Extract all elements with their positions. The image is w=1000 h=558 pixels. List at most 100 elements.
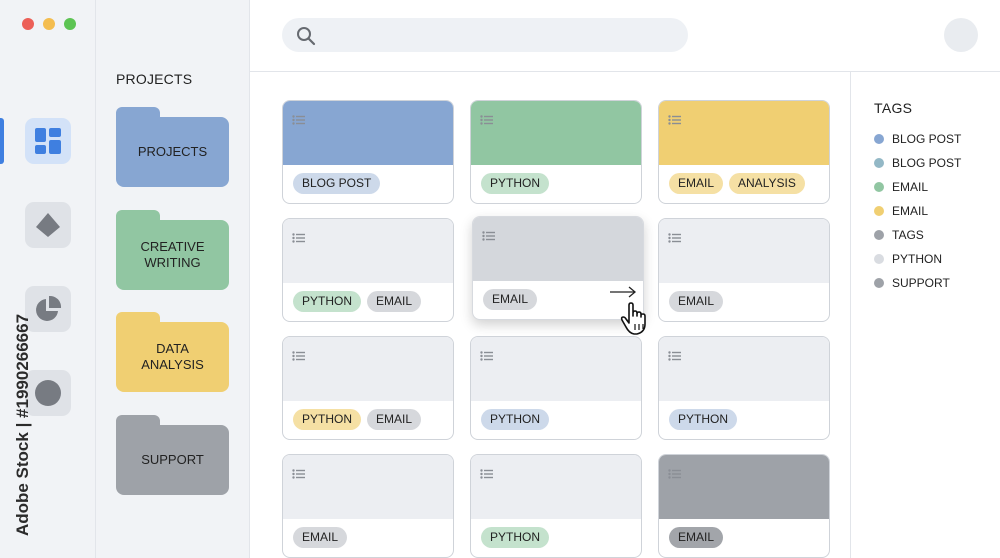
folder-data-analysis[interactable]: DATA ANALYSIS	[116, 312, 229, 392]
card-header	[659, 337, 829, 401]
card-tags: EMAIL	[293, 527, 348, 548]
search-bar[interactable]	[282, 18, 688, 52]
tag-pill[interactable]: PYTHON	[481, 409, 550, 430]
close-window-button[interactable]	[22, 18, 34, 30]
note-card[interactable]: EMAIL	[282, 454, 454, 558]
card-header	[471, 455, 641, 519]
list-icon[interactable]	[292, 230, 306, 248]
tag-pill[interactable]: BLOG POST	[293, 173, 381, 194]
card-header	[283, 219, 453, 283]
card-header	[659, 219, 829, 283]
tag-pill[interactable]: EMAIL	[669, 527, 724, 548]
tag-pill[interactable]: PYTHON	[293, 409, 362, 430]
list-icon[interactable]	[292, 466, 306, 484]
tag-label: SUPPORT	[892, 276, 950, 290]
card-header	[659, 455, 829, 519]
note-card[interactable]: PYTHON	[470, 336, 642, 440]
folder-body: SUPPORT	[116, 425, 229, 495]
list-icon[interactable]	[480, 466, 494, 484]
watermark: Adobe Stock | #1990266667	[13, 313, 32, 537]
minimize-window-button[interactable]	[43, 18, 55, 30]
tag-pill[interactable]: EMAIL	[367, 291, 422, 312]
tag-color-dot	[874, 206, 884, 216]
card-header	[283, 101, 453, 165]
tag-label: BLOG POST	[892, 132, 962, 146]
note-card-dragging[interactable]: EMAIL	[472, 216, 644, 320]
tag-label: EMAIL	[892, 180, 929, 194]
note-card[interactable]: EMAIL	[658, 454, 830, 558]
card-tags: PYTHON EMAIL	[293, 291, 422, 312]
note-card[interactable]: PYTHON	[658, 336, 830, 440]
tag-pill[interactable]: EMAIL	[367, 409, 422, 430]
tag-item[interactable]: EMAIL	[874, 204, 928, 218]
rail-button-dashboard[interactable]	[25, 118, 71, 164]
card-tags: EMAIL	[483, 289, 538, 310]
tag-item[interactable]: SUPPORT	[874, 276, 950, 290]
tag-item[interactable]: BLOG POST	[874, 156, 961, 170]
card-tags: PYTHON EMAIL	[293, 409, 422, 430]
projects-panel: PROJECTS PROJECTS CREATIVE WRITING DATA …	[96, 0, 250, 558]
tag-pill[interactable]: ANALYSIS	[729, 173, 805, 194]
tag-pill[interactable]: PYTHON	[293, 291, 362, 312]
tags-title: TAGS	[874, 100, 913, 116]
tag-label: EMAIL	[892, 204, 929, 218]
tag-item[interactable]: PYTHON	[874, 252, 942, 266]
left-rail: Adobe Stock | #1990266667	[0, 0, 96, 558]
rail-button-shapes[interactable]	[25, 202, 71, 248]
list-icon[interactable]	[668, 230, 682, 248]
search-icon	[297, 27, 316, 46]
tag-item[interactable]: BLOG POST	[874, 132, 961, 146]
tag-label: TAGS	[892, 228, 924, 242]
hand-cursor-icon	[620, 302, 646, 335]
note-card[interactable]: PYTHON EMAIL	[282, 336, 454, 440]
folder-support[interactable]: SUPPORT	[116, 415, 229, 495]
top-header	[250, 0, 1000, 72]
card-header	[659, 101, 829, 165]
list-icon[interactable]	[480, 348, 494, 366]
card-tags: BLOG POST	[293, 173, 381, 194]
card-header	[283, 337, 453, 401]
card-tags: PYTHON	[481, 527, 550, 548]
tag-pill[interactable]: EMAIL	[293, 527, 348, 548]
card-tags: EMAIL	[669, 291, 724, 312]
tag-pill[interactable]: EMAIL	[483, 289, 538, 310]
tag-color-dot	[874, 254, 884, 264]
card-tags: PYTHON	[481, 409, 550, 430]
note-card[interactable]: PYTHON	[470, 454, 642, 558]
folder-body: DATA ANALYSIS	[116, 322, 229, 392]
list-icon[interactable]	[292, 348, 306, 366]
note-card[interactable]: EMAIL ANALYSIS	[658, 100, 830, 204]
list-icon[interactable]	[668, 112, 682, 130]
list-icon[interactable]	[668, 466, 682, 484]
tags-panel: TAGS BLOG POST BLOG POST EMAIL EMAIL TAGS PYT…	[850, 72, 1000, 558]
note-card[interactable]: BLOG POST	[282, 100, 454, 204]
note-card[interactable]: PYTHON	[470, 100, 642, 204]
folder-label: SUPPORT	[141, 452, 204, 467]
tag-pill[interactable]: PYTHON	[481, 173, 550, 194]
pie-chart-icon	[36, 295, 62, 321]
list-icon[interactable]	[482, 228, 496, 246]
note-card[interactable]: EMAIL	[658, 218, 830, 322]
avatar[interactable]	[944, 18, 978, 52]
tag-pill[interactable]: PYTHON	[481, 527, 550, 548]
list-icon[interactable]	[292, 112, 306, 130]
tag-pill[interactable]: EMAIL	[669, 291, 724, 312]
tag-item[interactable]: TAGS	[874, 228, 924, 242]
note-card[interactable]: PYTHON EMAIL	[282, 218, 454, 322]
window-controls	[22, 18, 76, 30]
card-header	[283, 455, 453, 519]
list-icon[interactable]	[668, 348, 682, 366]
tag-pill[interactable]: PYTHON	[669, 409, 738, 430]
active-indicator	[0, 118, 4, 164]
tag-label: PYTHON	[892, 252, 943, 266]
folder-projects[interactable]: PROJECTS	[116, 107, 229, 187]
list-icon[interactable]	[480, 112, 494, 130]
projects-title: PROJECTS	[116, 71, 193, 87]
folder-creative-writing[interactable]: CREATIVE WRITING	[116, 210, 229, 290]
folder-body: PROJECTS	[116, 117, 229, 187]
tag-color-dot	[874, 158, 884, 168]
tag-item[interactable]: EMAIL	[874, 180, 928, 194]
card-tags: EMAIL ANALYSIS	[669, 173, 805, 194]
maximize-window-button[interactable]	[64, 18, 76, 30]
tag-pill[interactable]: EMAIL	[669, 173, 724, 194]
